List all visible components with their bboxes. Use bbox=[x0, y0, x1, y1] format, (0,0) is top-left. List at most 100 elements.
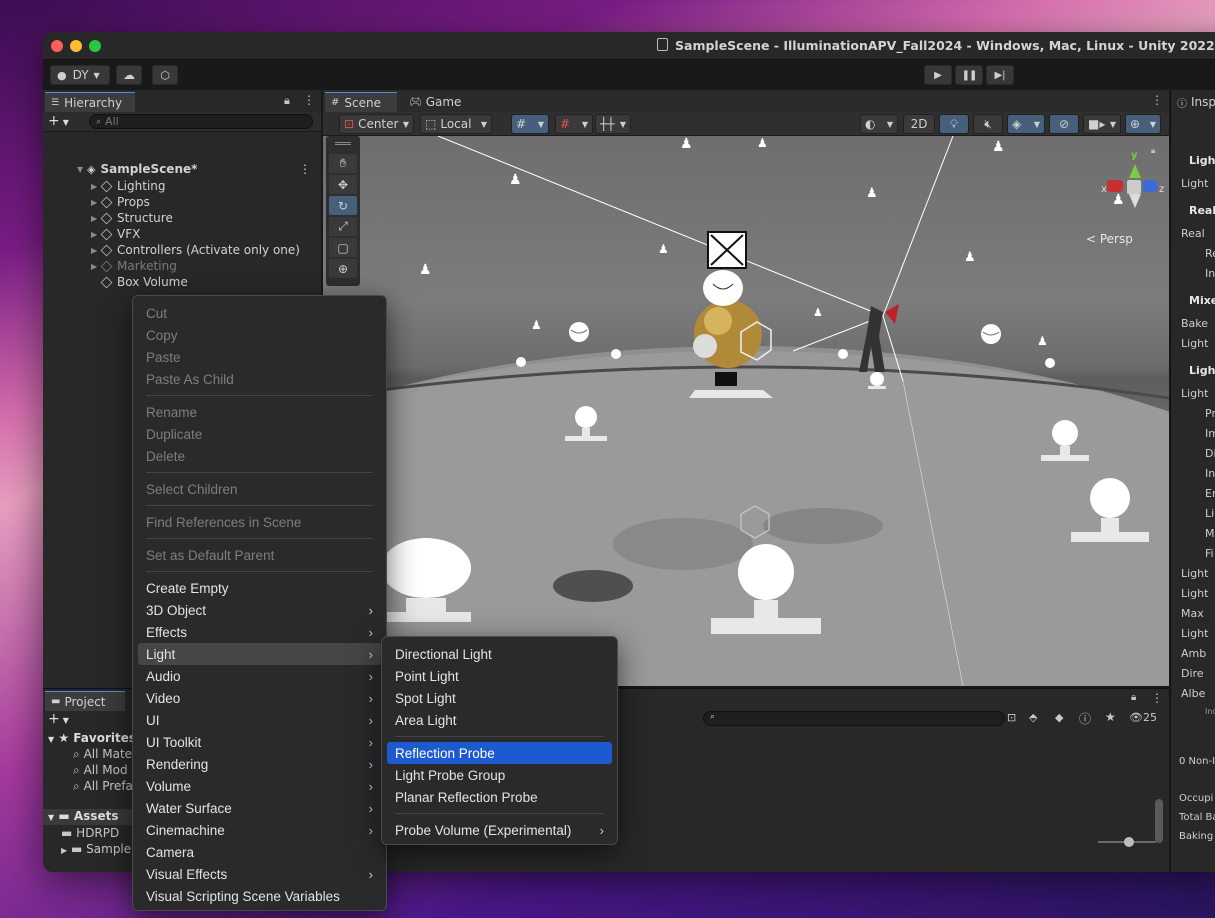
hierarchy-item-controllers[interactable]: ▶ Controllers (Activate only one) bbox=[91, 242, 300, 258]
project-scrollbar[interactable] bbox=[1155, 799, 1163, 843]
menu-item-probe-volume[interactable]: Probe Volume (Experimental) › bbox=[387, 819, 612, 841]
menu-item-cut[interactable]: Cut bbox=[138, 302, 381, 324]
rotate-tool-button[interactable]: ↻ bbox=[329, 196, 357, 215]
step-button[interactable]: ▶| bbox=[986, 65, 1014, 85]
menu-item-find-references[interactable]: Find References in Scene bbox=[138, 511, 381, 533]
camera-dropdown[interactable]: ■▸ ▼ bbox=[1083, 114, 1121, 134]
visibility-toggle[interactable]: ⊘ bbox=[1049, 114, 1079, 134]
gizmo-y-axis[interactable]: y bbox=[1131, 150, 1138, 161]
assets-header[interactable]: ▼ ▬ Assets bbox=[43, 809, 138, 825]
menu-item-light-probe-group[interactable]: Light Probe Group bbox=[387, 764, 612, 786]
inspector-section-header[interactable]: Ligh bbox=[1189, 154, 1215, 167]
inspector-section-header[interactable]: Mixe bbox=[1189, 294, 1215, 307]
move-tool-button[interactable]: ✥ bbox=[329, 175, 357, 194]
menu-item-cinemachine[interactable]: Cinemachine › bbox=[138, 819, 381, 841]
create-asset-button[interactable]: + ▼ bbox=[48, 711, 69, 727]
scene-viewport[interactable]: ♟ ♟ ♟ ♟ ♟ ♟ ♟ ♟ ♟ ♟ ♟ ♟ 🔒︎ y x z < Persp bbox=[323, 136, 1169, 686]
menu-item-visual-effects[interactable]: Visual Effects › bbox=[138, 863, 381, 885]
menu-item-3d-object[interactable]: 3D Object › bbox=[138, 599, 381, 621]
hierarchy-item-box-volume[interactable]: Box Volume bbox=[100, 274, 188, 290]
audio-toggle[interactable]: 🔇︎ bbox=[973, 114, 1003, 134]
menu-item-camera[interactable]: Camera bbox=[138, 841, 381, 863]
center-cube-icon[interactable] bbox=[1127, 180, 1141, 194]
rect-tool-button[interactable]: ▢ bbox=[329, 238, 357, 257]
menu-item-rename[interactable]: Rename bbox=[138, 401, 381, 423]
increment-snap-toggle[interactable]: # ▼ bbox=[555, 114, 593, 134]
more-options-icon[interactable]: ⋮ bbox=[303, 93, 315, 107]
projection-label[interactable]: < Persp bbox=[1086, 232, 1133, 246]
space-dropdown[interactable]: ⬚ Local ▼ bbox=[420, 114, 492, 134]
orientation-gizmo[interactable]: 🔒︎ y x z bbox=[1101, 146, 1164, 216]
menu-item-effects[interactable]: Effects › bbox=[138, 621, 381, 643]
menu-item-paste[interactable]: Paste bbox=[138, 346, 381, 368]
favorite-item[interactable]: ⌕ All Mod bbox=[73, 763, 128, 778]
close-window-button[interactable] bbox=[51, 40, 63, 52]
hierarchy-item-props[interactable]: ▶ Props bbox=[91, 194, 150, 210]
warning-icon[interactable]: ⓘ bbox=[1079, 710, 1091, 727]
grid-snap-toggle[interactable]: # ▼ bbox=[511, 114, 549, 134]
scene-options-icon[interactable]: ⋮ bbox=[299, 162, 311, 176]
ruler-toggle[interactable]: ┼┼ ▼ bbox=[595, 114, 631, 134]
menu-item-spot-light[interactable]: Spot Light bbox=[387, 687, 612, 709]
account-dropdown[interactable]: ● DY ▼ bbox=[50, 65, 110, 85]
tab-project[interactable]: ▬ Project bbox=[45, 691, 125, 711]
x-cone-icon[interactable] bbox=[1107, 180, 1123, 192]
tab-inspector[interactable]: ⓘ Insp bbox=[1173, 92, 1215, 112]
play-button[interactable]: ▶ bbox=[924, 65, 952, 85]
more-options-icon[interactable]: ⋮ bbox=[1151, 691, 1163, 705]
menu-item-light[interactable]: Light › bbox=[138, 643, 381, 665]
menu-item-duplicate[interactable]: Duplicate bbox=[138, 423, 381, 445]
hierarchy-item-lighting[interactable]: ▶ Lighting bbox=[91, 178, 166, 194]
menu-item-reflection-probe[interactable]: Reflection Probe bbox=[387, 742, 612, 764]
menu-item-copy[interactable]: Copy bbox=[138, 324, 381, 346]
scale-tool-button[interactable]: ⤢ bbox=[329, 217, 357, 236]
tab-game[interactable]: 🎮︎ Game bbox=[403, 92, 473, 112]
collab-button[interactable]: ⬡ bbox=[152, 65, 178, 85]
menu-item-video[interactable]: Video › bbox=[138, 687, 381, 709]
menu-item-paste-as-child[interactable]: Paste As Child bbox=[138, 368, 381, 390]
drag-handle-icon[interactable] bbox=[335, 142, 351, 145]
star-icon[interactable]: ★ bbox=[1105, 710, 1116, 724]
project-search[interactable]: ⌕ bbox=[703, 711, 1005, 726]
menu-item-select-children[interactable]: Select Children bbox=[138, 478, 381, 500]
lock-icon[interactable]: 🔒︎ bbox=[1151, 146, 1155, 156]
lock-icon[interactable]: 🔒︎ bbox=[284, 94, 290, 108]
scene-options-icon[interactable]: ⋮ bbox=[1151, 93, 1163, 107]
pause-button[interactable]: ❚❚ bbox=[955, 65, 983, 85]
menu-item-area-light[interactable]: Area Light bbox=[387, 709, 612, 731]
inspector-section-header[interactable]: Real bbox=[1189, 204, 1215, 217]
zoom-slider-thumb[interactable] bbox=[1124, 837, 1134, 847]
menu-item-set-default-parent[interactable]: Set as Default Parent bbox=[138, 544, 381, 566]
gizmos-dropdown[interactable]: ⊕ ▼ bbox=[1125, 114, 1161, 134]
menu-item-visual-scripting-scene-variables[interactable]: Visual Scripting Scene Variables bbox=[138, 885, 381, 907]
hierarchy-search[interactable]: ⌕ All bbox=[89, 114, 313, 129]
inspector-section-header[interactable]: Ligh bbox=[1189, 364, 1215, 377]
y-cone-icon[interactable] bbox=[1129, 164, 1141, 178]
lighting-toggle[interactable]: 💡︎ bbox=[939, 114, 969, 134]
asset-folder[interactable]: ▶ ▬ Sample bbox=[61, 842, 131, 856]
neg-y-cone-icon[interactable] bbox=[1129, 194, 1141, 208]
filter-type-icon[interactable]: ⊡ bbox=[1007, 711, 1016, 724]
menu-item-delete[interactable]: Delete bbox=[138, 445, 381, 467]
hand-tool-button[interactable]: ✋︎ bbox=[329, 154, 357, 173]
filter-label-icon[interactable]: ⬘ bbox=[1029, 711, 1037, 724]
minimize-window-button[interactable] bbox=[70, 40, 82, 52]
effects-toggle[interactable]: ◈ ▼ bbox=[1007, 114, 1045, 134]
menu-item-volume[interactable]: Volume › bbox=[138, 775, 381, 797]
zoom-window-button[interactable] bbox=[89, 40, 101, 52]
menu-item-ui-toolkit[interactable]: UI Toolkit › bbox=[138, 731, 381, 753]
transform-tool-button[interactable]: ⊕ bbox=[329, 259, 357, 278]
lock-icon[interactable]: 🔒︎ bbox=[1131, 692, 1136, 703]
menu-item-water-surface[interactable]: Water Surface › bbox=[138, 797, 381, 819]
draw-mode-dropdown[interactable]: ◐ ▼ bbox=[860, 114, 898, 134]
favorites-header[interactable]: ▼ ★ Favorites bbox=[48, 731, 136, 745]
tab-scene[interactable]: # Scene bbox=[325, 92, 397, 112]
mode-2d-toggle[interactable]: 2D bbox=[903, 114, 935, 134]
add-object-button[interactable]: + ▼ bbox=[48, 113, 69, 129]
pivot-dropdown[interactable]: ⊡ Center ▼ bbox=[339, 114, 414, 134]
cloud-button[interactable]: ☁ bbox=[116, 65, 142, 85]
tag-icon[interactable]: ◆ bbox=[1055, 711, 1063, 724]
tab-hierarchy[interactable]: ☰ Hierarchy bbox=[45, 92, 135, 112]
menu-item-rendering[interactable]: Rendering › bbox=[138, 753, 381, 775]
menu-item-directional-light[interactable]: Directional Light bbox=[387, 643, 612, 665]
